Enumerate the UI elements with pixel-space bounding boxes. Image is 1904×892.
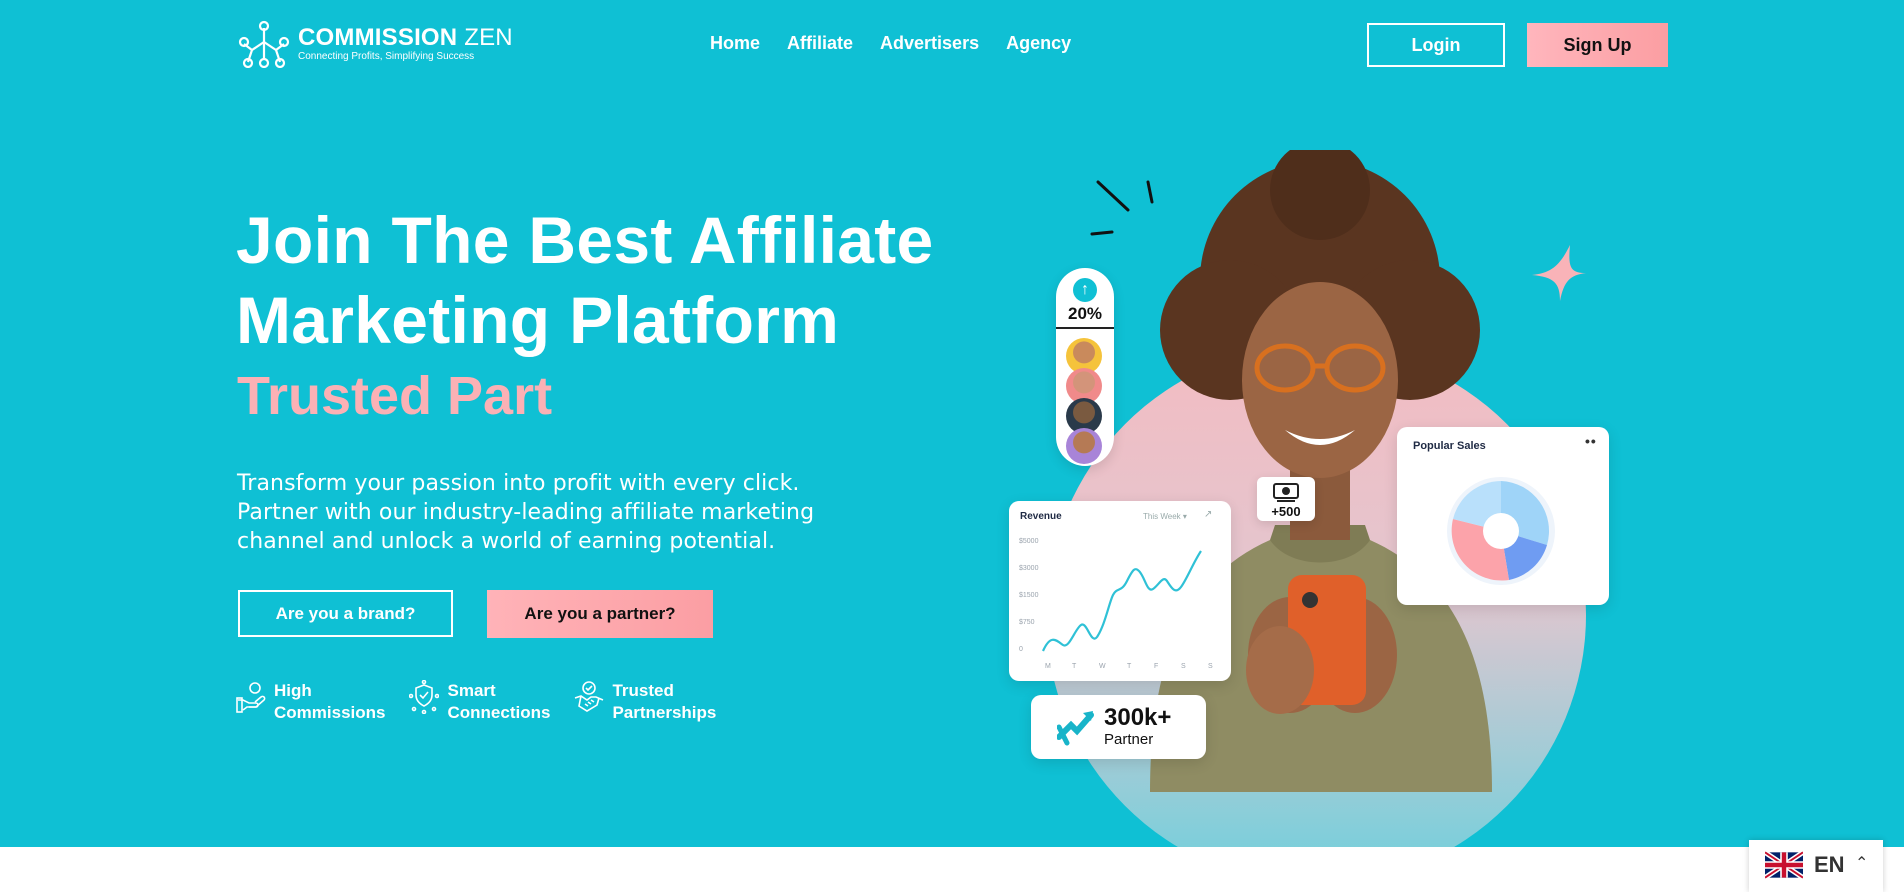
external-link-icon: ↗ (1204, 509, 1213, 520)
y-tick: $750 (1019, 619, 1035, 626)
feature-line-2: Connections (447, 703, 551, 722)
x-tick: F (1154, 663, 1158, 670)
partner-button[interactable]: Are you a partner? (487, 590, 713, 638)
popular-sales-title: Popular Sales (1413, 440, 1486, 452)
more-icon: •• (1585, 433, 1597, 449)
hand-coin-icon (236, 682, 266, 713)
x-tick: T (1072, 663, 1077, 670)
feature-line-1: Smart (447, 681, 496, 700)
cash-badge: +500 (1257, 477, 1315, 521)
shield-network-icon (409, 680, 440, 714)
network-nodes-icon (238, 20, 290, 68)
y-tick: $5000 (1019, 538, 1039, 545)
money-icon (1273, 483, 1299, 502)
revenue-period: This Week ▾ (1143, 512, 1187, 521)
popular-sales-donut-chart (1447, 477, 1555, 585)
hero-lead: Transform your passion into profit with … (237, 471, 815, 554)
growth-percent: 20% (1056, 304, 1114, 329)
handshake-icon (575, 681, 604, 712)
growth-pill: ↑ 20% (1056, 268, 1114, 466)
arrow-up-icon: ↑ (1073, 278, 1097, 302)
hero-title-line-2: Marketing Platform (236, 283, 840, 357)
hero-title-line-1: Join The Best Affiliate (236, 203, 934, 277)
popular-sales-card: Popular Sales •• (1397, 427, 1609, 605)
revenue-card: Revenue This Week ▾ ↗ $5000 $3000 $1500 … (1009, 501, 1231, 681)
feature-line-1: High (274, 681, 312, 700)
feature-smart-connections: Smart Connections (409, 680, 550, 724)
main-nav: Home Affiliate Advertisers Agency (710, 33, 1071, 54)
handshake-arrows-icon (1057, 711, 1094, 746)
feature-high-commissions: High Commissions (236, 680, 385, 724)
nav-advertisers[interactable]: Advertisers (880, 33, 979, 54)
language-code: EN (1814, 852, 1845, 877)
revenue-title: Revenue (1020, 511, 1062, 522)
feature-list: High Commissions Smart Connections Trust… (236, 680, 716, 724)
feature-line-1: Trusted (612, 681, 674, 700)
logo-name: COMMISSION ZEN (298, 24, 513, 51)
partners-badge: 300k+ Partner (1031, 695, 1206, 759)
revenue-line-chart: $5000 $3000 $1500 $750 0 M T W T F S S (1019, 538, 1213, 670)
nav-agency[interactable]: Agency (1006, 33, 1071, 54)
avatar (1066, 428, 1102, 464)
x-tick: S (1181, 663, 1186, 670)
cash-badge-text: +500 (1271, 504, 1301, 519)
y-tick: $3000 (1019, 565, 1039, 572)
next-section (0, 847, 1904, 892)
nav-affiliate[interactable]: Affiliate (787, 33, 853, 54)
x-tick: W (1099, 663, 1106, 670)
sparkle-icon (1532, 245, 1586, 301)
y-tick: 0 (1019, 646, 1023, 653)
x-tick: T (1127, 663, 1132, 670)
nav-home[interactable]: Home (710, 33, 760, 54)
logo-text: COMMISSION ZEN Connecting Profits, Simpl… (298, 25, 513, 63)
uk-flag-icon (1765, 850, 1803, 880)
hero-section: COMMISSION ZEN Connecting Profits, Simpl… (0, 0, 1904, 847)
y-tick: $1500 (1019, 592, 1039, 599)
partners-label: Partner (1104, 731, 1154, 748)
login-button[interactable]: Login (1367, 23, 1505, 67)
feature-trusted-partnerships: Trusted Partnerships (574, 680, 716, 724)
hero-rotating-text: Trusted Part (237, 366, 553, 426)
chevron-up-icon: ⌃ (1855, 855, 1869, 872)
hero-illustration: ↑ 20% Revenue This Week ▾ ↗ $5000 $3000 … (1000, 140, 1640, 847)
logo-tagline: Connecting Profits, Simplifying Success (298, 51, 475, 62)
language-switcher[interactable]: EN ⌃ (1749, 840, 1883, 892)
feature-line-2: Partnerships (612, 703, 717, 722)
brand-button[interactable]: Are you a brand? (238, 590, 453, 637)
partners-count: 300k+ (1104, 704, 1172, 731)
feature-line-2: Commissions (274, 703, 386, 722)
hero-title: Join The Best Affiliate Marketing Platfo… (236, 200, 936, 360)
x-tick: M (1045, 663, 1051, 670)
signup-button[interactable]: Sign Up (1527, 23, 1668, 67)
x-tick: S (1208, 663, 1213, 670)
logo[interactable]: COMMISSION ZEN Connecting Profits, Simpl… (238, 20, 513, 68)
